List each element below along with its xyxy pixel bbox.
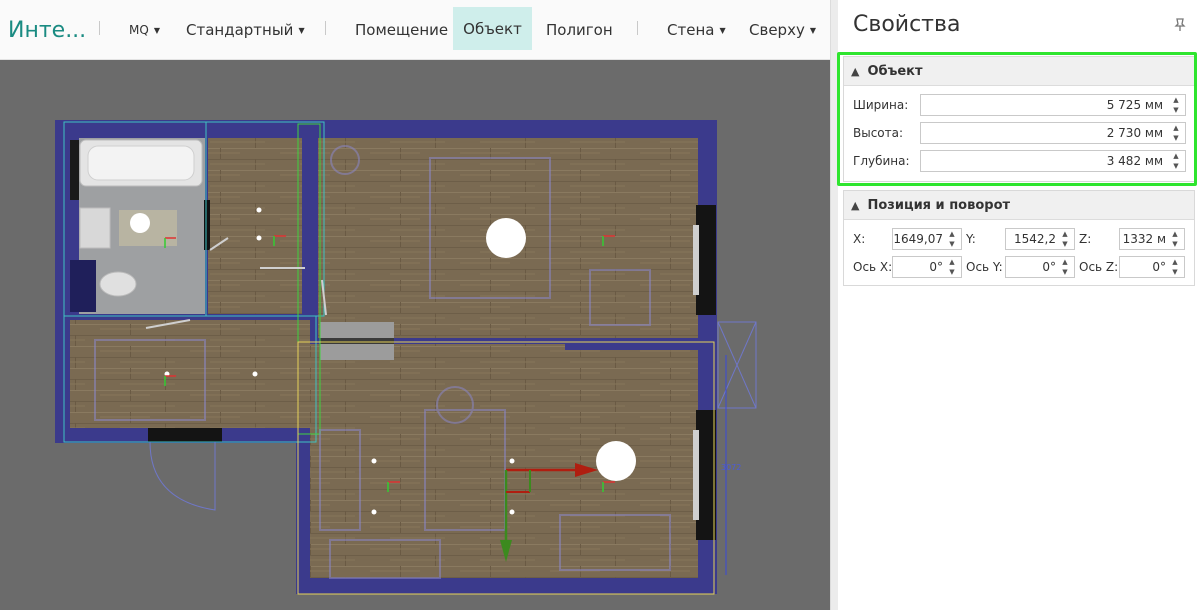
caret-down-icon[interactable]: ▼ bbox=[1173, 134, 1178, 142]
caret-down-icon[interactable]: ▼ bbox=[1062, 268, 1067, 276]
caret-up-icon[interactable]: ▲ bbox=[1173, 152, 1178, 160]
chevron-up-icon: ▲ bbox=[851, 198, 860, 212]
camera-view-dropdown[interactable]: Сверху ▼ bbox=[749, 0, 816, 60]
caret-down-icon: ▼ bbox=[719, 25, 726, 35]
x-position-value: 1649,07 bbox=[893, 232, 943, 246]
floor-plan-canvas[interactable]: 3072 bbox=[0, 60, 830, 610]
z-position-stepper[interactable]: ▲ ▼ bbox=[1168, 230, 1182, 248]
axis-y-rotation-field[interactable]: 0° ▲ ▼ bbox=[1005, 256, 1075, 278]
wall-dropdown[interactable]: Стена ▼ bbox=[667, 0, 726, 60]
axis-x-stepper[interactable]: ▲ ▼ bbox=[945, 258, 959, 276]
z-label: Z: bbox=[1079, 232, 1092, 246]
axis-x-rotation-field[interactable]: 0° ▲ ▼ bbox=[892, 256, 962, 278]
position-rotation-section: ▲ Позиция и поворот X: 1649,07 ▲ ▼ Y: 154… bbox=[843, 190, 1195, 286]
height-field[interactable]: 2 730 мм ▲ ▼ bbox=[920, 122, 1186, 144]
panel-splitter[interactable] bbox=[830, 0, 838, 610]
depth-stepper[interactable]: ▲ ▼ bbox=[1169, 152, 1183, 170]
width-field[interactable]: 5 725 мм ▲ ▼ bbox=[920, 94, 1186, 116]
mq-label: MQ bbox=[129, 23, 149, 37]
x-label: X: bbox=[853, 232, 866, 246]
caret-down-icon[interactable]: ▼ bbox=[1172, 268, 1177, 276]
axis-x-label: Ось X: bbox=[853, 260, 893, 274]
caret-up-icon[interactable]: ▲ bbox=[949, 230, 954, 238]
ceiling-light[interactable] bbox=[596, 441, 636, 481]
toolbar-separator bbox=[637, 21, 638, 35]
caret-down-icon: ▼ bbox=[153, 25, 160, 35]
depth-field[interactable]: 3 482 мм ▲ ▼ bbox=[920, 150, 1186, 172]
camera-view-label: Сверху bbox=[749, 21, 805, 39]
floor-plan-svg: 3072 bbox=[55, 120, 757, 595]
y-position-field[interactable]: 1542,2 ▲ ▼ bbox=[1005, 228, 1075, 250]
y-label: Y: bbox=[966, 232, 976, 246]
height-value: 2 730 мм bbox=[1106, 126, 1163, 140]
axis-z-rotation-field[interactable]: 0° ▲ ▼ bbox=[1119, 256, 1185, 278]
object-tab[interactable]: Объект bbox=[453, 7, 532, 50]
width-label: Ширина: bbox=[853, 98, 909, 112]
width-value: 5 725 мм bbox=[1106, 98, 1163, 112]
top-toolbar: Инте... MQ ▼ Стандартный ▼ Помещение Объек… bbox=[0, 0, 830, 60]
hallway-floor[interactable] bbox=[70, 320, 310, 428]
x-position-stepper[interactable]: ▲ ▼ bbox=[945, 230, 959, 248]
position-section-title: Позиция и поворот bbox=[867, 197, 1011, 213]
caret-down-icon[interactable]: ▼ bbox=[949, 268, 954, 276]
axis-z-label: Ось Z: bbox=[1079, 260, 1119, 274]
caret-down-icon[interactable]: ▼ bbox=[1062, 240, 1067, 248]
caret-down-icon: ▼ bbox=[809, 25, 816, 35]
shelf[interactable] bbox=[70, 260, 96, 312]
caret-up-icon[interactable]: ▲ bbox=[1172, 258, 1177, 266]
object-section: ▲ Объект Ширина: 5 725 мм ▲ ▼ Высота: 2 7… bbox=[843, 56, 1195, 182]
height-stepper[interactable]: ▲ ▼ bbox=[1169, 124, 1183, 142]
caret-up-icon[interactable]: ▲ bbox=[949, 258, 954, 266]
z-position-value: 1332 м bbox=[1122, 232, 1166, 246]
object-section-title: Объект bbox=[867, 63, 923, 79]
depth-value: 3 482 мм bbox=[1106, 154, 1163, 168]
corridor-floor[interactable] bbox=[208, 138, 302, 314]
width-stepper[interactable]: ▲ ▼ bbox=[1169, 96, 1183, 114]
axis-z-stepper[interactable]: ▲ ▼ bbox=[1168, 258, 1182, 276]
pin-icon[interactable] bbox=[1172, 17, 1188, 33]
axis-x-rotation-value: 0° bbox=[929, 260, 943, 274]
x-position-field[interactable]: 1649,07 ▲ ▼ bbox=[892, 228, 962, 250]
entrance-door[interactable] bbox=[148, 428, 222, 442]
axis-y-rotation-value: 0° bbox=[1042, 260, 1056, 274]
toolbar-separator bbox=[325, 21, 326, 35]
room-tab[interactable]: Помещение bbox=[355, 0, 448, 60]
bathroom[interactable] bbox=[70, 138, 205, 314]
caret-up-icon[interactable]: ▲ bbox=[1173, 124, 1178, 132]
caret-down-icon[interactable]: ▼ bbox=[1172, 240, 1177, 248]
panel-title: Свойства bbox=[853, 12, 961, 37]
axis-y-stepper[interactable]: ▲ ▼ bbox=[1058, 258, 1072, 276]
view-mode-label: Стандартный bbox=[186, 21, 294, 39]
z-position-field[interactable]: 1332 м ▲ ▼ bbox=[1119, 228, 1185, 250]
properties-panel: Свойства ▲ Объект Ширина: 5 725 мм ▲ ▼ Вы… bbox=[838, 0, 1200, 610]
caret-up-icon[interactable]: ▲ bbox=[1173, 96, 1178, 104]
position-section-header[interactable]: ▲ Позиция и поворот bbox=[844, 191, 1194, 220]
caret-up-icon[interactable]: ▲ bbox=[1062, 230, 1067, 238]
axis-z-rotation-value: 0° bbox=[1152, 260, 1166, 274]
washbasin[interactable] bbox=[79, 207, 111, 249]
app-title[interactable]: Инте... bbox=[8, 0, 86, 60]
depth-label: Глубина: bbox=[853, 154, 910, 168]
dimension-label: 3072 bbox=[721, 463, 741, 472]
ceiling-light[interactable] bbox=[486, 218, 526, 258]
wall-label: Стена bbox=[667, 21, 715, 39]
polygon-tab[interactable]: Полигон bbox=[546, 0, 613, 60]
mq-dropdown[interactable]: MQ ▼ bbox=[129, 0, 160, 60]
toolbar-separator bbox=[99, 21, 100, 35]
caret-down-icon[interactable]: ▼ bbox=[949, 240, 954, 248]
y-position-stepper[interactable]: ▲ ▼ bbox=[1058, 230, 1072, 248]
caret-up-icon[interactable]: ▲ bbox=[1172, 230, 1177, 238]
caret-down-icon[interactable]: ▼ bbox=[1173, 162, 1178, 170]
caret-down-icon[interactable]: ▼ bbox=[1173, 106, 1178, 114]
caret-down-icon: ▼ bbox=[298, 25, 305, 35]
y-position-value: 1542,2 bbox=[1014, 232, 1056, 246]
caret-up-icon[interactable]: ▲ bbox=[1062, 258, 1067, 266]
app-window: Инте... MQ ▼ Стандартный ▼ Помещение Объек… bbox=[0, 0, 1200, 610]
axis-y-label: Ось Y: bbox=[966, 260, 1003, 274]
chevron-up-icon: ▲ bbox=[851, 64, 860, 78]
height-label: Высота: bbox=[853, 126, 904, 140]
object-section-header[interactable]: ▲ Объект bbox=[844, 57, 1194, 86]
toilet[interactable] bbox=[99, 271, 137, 297]
view-mode-dropdown[interactable]: Стандартный ▼ bbox=[186, 0, 305, 60]
